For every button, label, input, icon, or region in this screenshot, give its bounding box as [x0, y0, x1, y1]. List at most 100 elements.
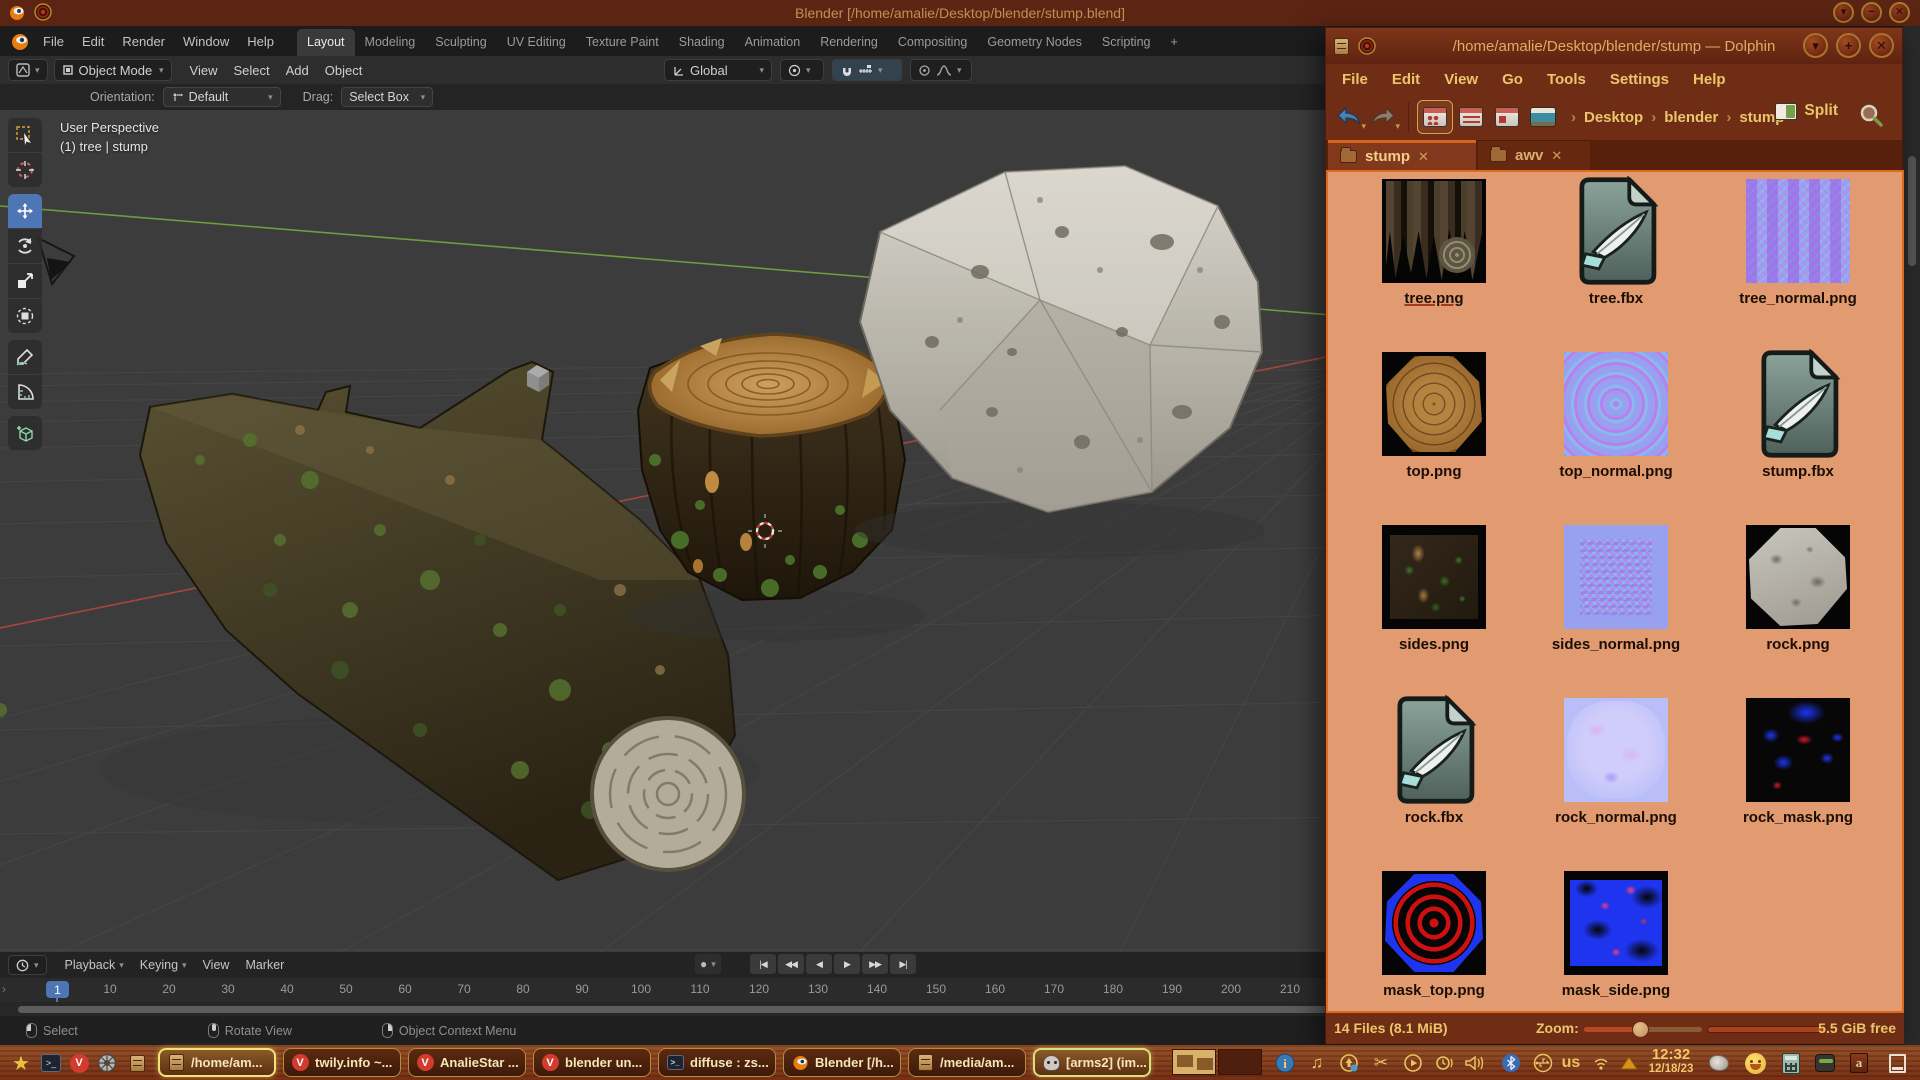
tray-clock[interactable]: 12:32 12/18/23	[1642, 1047, 1700, 1077]
workspace-tab-animation[interactable]: Animation	[735, 29, 811, 56]
workspace-tab-layout[interactable]: Layout	[297, 29, 355, 56]
split-button[interactable]: Split	[1775, 102, 1838, 120]
tray-clipboard-scissors-icon[interactable]: ✂	[1368, 1050, 1394, 1076]
file-top-normal-png[interactable]: top_normal.png	[1525, 352, 1707, 522]
tab-stump[interactable]: stump ✕	[1328, 140, 1476, 170]
timeline-menu-marker[interactable]: Marker	[237, 954, 292, 976]
dolphin-menu-edit[interactable]: Edit	[1380, 67, 1432, 92]
viewport-menu-add[interactable]: Add	[278, 59, 317, 82]
workspace-tab-rendering[interactable]: Rendering	[810, 29, 888, 56]
tab-awv[interactable]: awv ✕	[1478, 140, 1590, 170]
compact-view-button[interactable]	[1453, 100, 1489, 134]
tray-calculator-icon[interactable]	[1778, 1050, 1804, 1076]
file-rock-mask-png[interactable]: rock_mask.png	[1707, 698, 1889, 868]
next-keyframe-button[interactable]: ▶▶	[862, 954, 888, 974]
app-menu-star-icon[interactable]: ★	[8, 1050, 34, 1076]
vivaldi-launcher-icon[interactable]: V	[66, 1050, 92, 1076]
tool-measure[interactable]	[8, 375, 42, 409]
menu-file[interactable]: File	[34, 30, 73, 53]
workspace-tab-compositing[interactable]: Compositing	[888, 29, 977, 56]
file-cabinet-launcher-icon[interactable]	[124, 1050, 150, 1076]
tray-smiley-icon[interactable]	[1742, 1050, 1768, 1076]
dolphin-menu-tools[interactable]: Tools	[1535, 67, 1598, 92]
task-blender[interactable]: Blender [/h...	[783, 1048, 901, 1077]
play-button[interactable]: ▶	[834, 954, 860, 974]
menu-edit[interactable]: Edit	[73, 30, 113, 53]
tool-add-cube[interactable]	[8, 416, 42, 450]
file-rock-normal-png[interactable]: rock_normal.png	[1525, 698, 1707, 868]
tray-music-icon[interactable]: ♫	[1304, 1050, 1330, 1076]
mode-dropdown[interactable]: Object Mode ▾	[54, 59, 172, 81]
editor-type-button[interactable]: ▾	[8, 59, 48, 81]
current-frame-indicator[interactable]: 1	[46, 981, 69, 998]
file-mask-top-png[interactable]: mask_top.png	[1343, 871, 1525, 1013]
right-region-scrollbar[interactable]	[1908, 156, 1916, 266]
transform-orientation-dropdown[interactable]: Global ▾	[664, 59, 772, 81]
tool-select-box[interactable]	[8, 118, 42, 152]
timeline-menu-playback[interactable]: Playback▾	[57, 954, 132, 976]
forward-button[interactable]: ▾	[1366, 102, 1400, 132]
file-stump-fbx[interactable]: stump.fbx	[1707, 352, 1889, 522]
tray-warning-triangle-icon[interactable]	[1616, 1050, 1642, 1076]
tray-crumpled-paper-icon[interactable]	[1706, 1050, 1732, 1076]
timeline-editor-type-button[interactable]: ▾	[8, 955, 47, 975]
breadcrumb-desktop[interactable]: Desktop	[1584, 109, 1643, 126]
workspace-tab-uv-editing[interactable]: UV Editing	[497, 29, 576, 56]
workspace-tab-sculpting[interactable]: Sculpting	[425, 29, 496, 56]
file-view[interactable]: tree.png tree.fbx tree_normal.png top.pn…	[1326, 170, 1904, 1013]
file-sides-png[interactable]: sides.png	[1343, 525, 1525, 695]
file-top-png[interactable]: top.png	[1343, 352, 1525, 522]
menu-help[interactable]: Help	[238, 30, 283, 53]
tray-volume-icon[interactable]	[1462, 1050, 1488, 1076]
task-browser-analiestar[interactable]: V AnalieStar ...	[408, 1048, 526, 1077]
workspace-tab-geometry-nodes[interactable]: Geometry Nodes	[977, 29, 1091, 56]
tray-updates-icon[interactable]	[1336, 1050, 1362, 1076]
task-terminal-diffuse[interactable]: >_ diffuse : zs...	[658, 1048, 776, 1077]
file-sides-normal-png[interactable]: sides_normal.png	[1525, 525, 1707, 695]
tray-amarok-icon[interactable]: a	[1846, 1050, 1872, 1076]
auto-keyframe-button[interactable]: ●▾	[695, 954, 721, 974]
dolphin-menu-help[interactable]: Help	[1681, 67, 1738, 92]
file-tree-png[interactable]: tree.png	[1343, 179, 1525, 349]
preview-toggle-button[interactable]	[1525, 100, 1561, 134]
tool-cursor[interactable]	[8, 153, 42, 187]
dolphin-maximize-button[interactable]: +	[1836, 33, 1861, 58]
dolphin-shade-button[interactable]: ▾	[1803, 33, 1828, 58]
dolphin-titlebar[interactable]: /home/amalie/Desktop/blender/stump — Dol…	[1326, 28, 1902, 64]
file-rock-png[interactable]: rock.png	[1707, 525, 1889, 695]
file-mask-side-png[interactable]: mask_side.png	[1525, 871, 1707, 1013]
desktop-1-cell[interactable]	[1172, 1049, 1216, 1075]
details-view-button[interactable]	[1489, 100, 1525, 134]
tab-close-icon[interactable]: ✕	[1418, 149, 1429, 165]
tray-bluetooth-icon[interactable]	[1498, 1050, 1524, 1076]
tool-annotate[interactable]	[8, 340, 42, 374]
tray-show-desktop-icon[interactable]	[1884, 1050, 1910, 1076]
task-gimp-arms2[interactable]: [arms2] (im...	[1033, 1048, 1151, 1077]
icons-view-button[interactable]	[1417, 100, 1453, 134]
timeline-menu-view[interactable]: View	[195, 954, 238, 976]
previous-keyframe-button[interactable]: ◀◀	[778, 954, 804, 974]
proportional-editing-controls[interactable]: ▾	[910, 59, 972, 81]
viewport-menu-select[interactable]: Select	[225, 59, 277, 82]
jump-to-start-button[interactable]: |◀	[750, 954, 776, 974]
task-browser-blender-docs[interactable]: V blender un...	[533, 1048, 651, 1077]
jump-to-end-button[interactable]: ▶|	[890, 954, 916, 974]
zoom-slider-knob[interactable]	[1632, 1021, 1649, 1038]
dolphin-menu-view[interactable]: View	[1432, 67, 1490, 92]
timeline-menu-keying[interactable]: Keying▾	[132, 954, 195, 976]
tray-usb-icon[interactable]	[1530, 1050, 1556, 1076]
viewport-menu-object[interactable]: Object	[317, 59, 371, 82]
tool-move[interactable]	[8, 194, 42, 228]
tool-rotate[interactable]	[8, 229, 42, 263]
file-rock-fbx[interactable]: rock.fbx	[1343, 698, 1525, 868]
dolphin-menu-go[interactable]: Go	[1490, 67, 1535, 92]
blender-shade-button[interactable]: ▾	[1833, 2, 1854, 23]
terminal-launcher-icon[interactable]: >_	[38, 1050, 64, 1076]
tray-pencil-case-icon[interactable]	[1812, 1050, 1838, 1076]
task-dolphin-media[interactable]: /media/am...	[908, 1048, 1026, 1077]
menu-render[interactable]: Render	[113, 30, 174, 53]
tray-keyboard-layout[interactable]: us	[1558, 1050, 1584, 1076]
back-button[interactable]: ▾	[1332, 102, 1366, 132]
snap-controls[interactable]: ▾	[832, 59, 902, 81]
tool-transform[interactable]	[8, 299, 42, 333]
